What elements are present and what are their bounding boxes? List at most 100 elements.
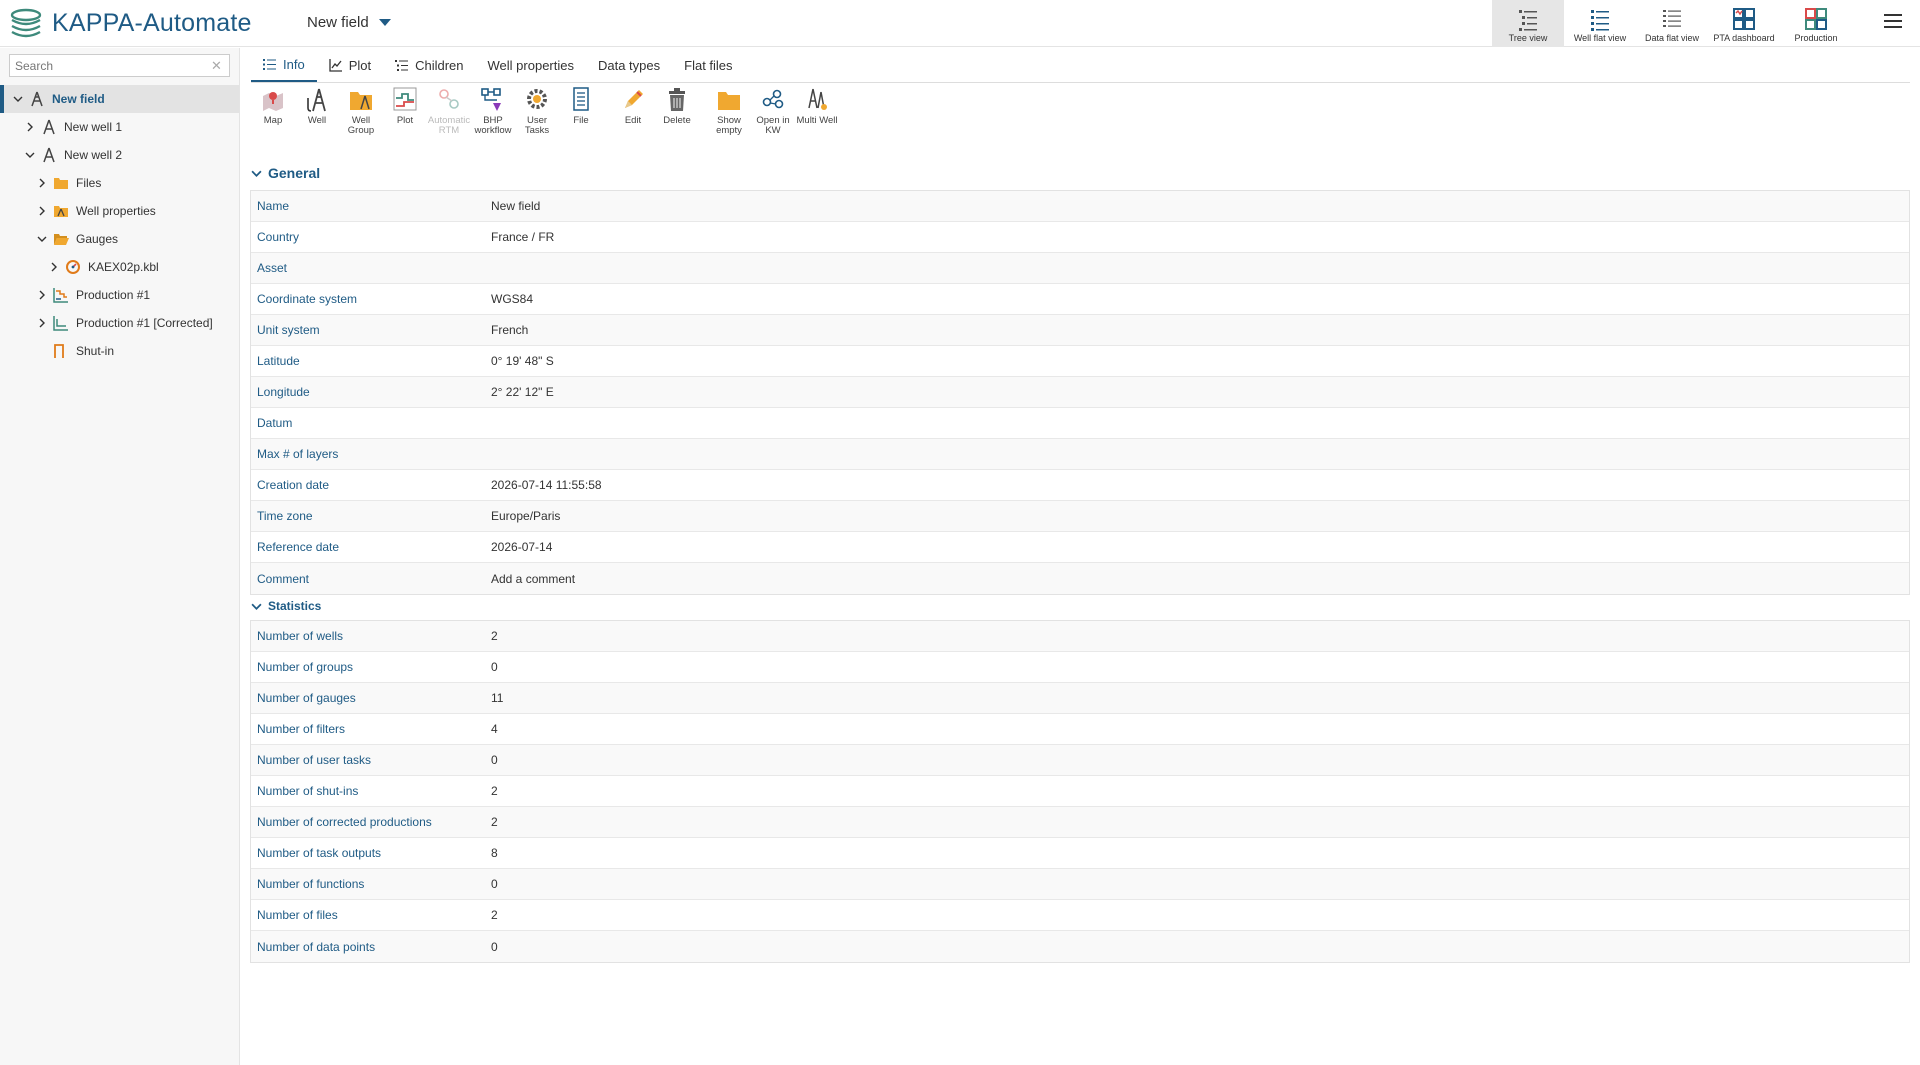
tab-label: Flat files [684,57,733,73]
well-flat-view-icon [1591,10,1609,31]
multi-well-button[interactable]: Multi Well [795,86,839,148]
chevron-right-icon[interactable] [36,177,48,189]
pta-dashboard-icon [1733,8,1755,30]
property-value[interactable]: France / FR [491,230,554,244]
property-value[interactable]: 0° 19' 48" S [491,354,554,368]
tool-label: BHP workflow [474,115,512,136]
well-button[interactable]: Well [295,86,339,148]
tree-item-label: Gauges [76,232,119,246]
property-key: Time zone [257,509,313,523]
tab-plot[interactable]: Plot [317,48,383,82]
tree-item-files[interactable]: Files [0,169,239,197]
tab-children[interactable]: Children [383,48,475,82]
action-toolbar: Map Well Well Group Plot Automatic RTM B… [251,86,839,148]
well-icon [40,146,58,164]
property-value[interactable]: 2026-07-14 [491,540,552,554]
user-tasks-icon [527,89,547,109]
tool-label: Multi Well [796,115,838,126]
user-tasks-button[interactable]: User Tasks [515,86,559,148]
property-row: Comment Add a comment [251,563,1909,594]
tab-well-properties[interactable]: Well properties [476,48,586,82]
tab-label: Well properties [487,57,574,73]
tree-item-kaex02p[interactable]: KAEX02p.kbl [0,253,239,281]
property-key: Max # of layers [257,447,339,461]
tab-info[interactable]: Info [251,48,317,82]
property-row: Creation date 2026-07-14 11:55:58 [251,470,1909,501]
automatic-rtm-button[interactable]: Automatic RTM [427,86,471,148]
chevron-right-icon[interactable] [24,121,36,133]
well-flat-view-button[interactable]: Well flat view [1564,0,1636,47]
tree-item-production-1-corrected[interactable]: Production #1 [Corrected] [0,309,239,337]
tree-item-label: Well properties [76,204,156,218]
field-selector[interactable]: New field [307,14,391,31]
statistic-value: 0 [491,939,498,954]
tool-label: Well Group [347,115,375,136]
property-value[interactable]: New field [491,199,540,213]
tree-item-new-well-2[interactable]: New well 2 [0,141,239,169]
property-value[interactable]: Europe/Paris [491,509,560,523]
file-button[interactable]: File [559,86,603,148]
tool-label: Well [307,115,327,126]
tree-item-new-field[interactable]: New field [0,85,239,113]
general-section-toggle[interactable]: General [251,165,320,181]
property-value[interactable]: WGS84 [491,292,533,306]
property-key: Coordinate system [257,292,358,306]
chevron-down-icon[interactable] [12,93,24,105]
property-row: Latitude 0° 19' 48" S [251,346,1909,377]
tree-item-label: New well 2 [64,148,123,162]
plot-button[interactable]: Plot [383,86,427,148]
data-flat-view-button[interactable]: Data flat view [1636,0,1708,47]
line-chart-icon [329,58,342,72]
clear-search-icon[interactable]: ✕ [211,58,222,74]
tree-item-gauges[interactable]: Gauges [0,225,239,253]
property-row: Max # of layers [251,439,1909,470]
property-key: Longitude [257,385,310,399]
property-key: Country [257,230,300,244]
tool-label: Automatic RTM [427,115,471,136]
tool-label: File [573,115,589,126]
tab-flat-files[interactable]: Flat files [672,48,744,82]
production-view-button[interactable]: Production [1780,0,1852,47]
statistic-row: Number of groups 0 [251,652,1909,683]
tree-item-well-properties[interactable]: Well properties [0,197,239,225]
tree-item-new-well-1[interactable]: New well 1 [0,113,239,141]
data-flat-view-icon [1663,10,1681,27]
chevron-down-icon[interactable] [24,149,36,161]
view-label: Tree view [1508,33,1548,43]
statistic-row: Number of wells 2 [251,621,1909,652]
statistic-key: Number of wells [257,629,344,643]
delete-button[interactable]: Delete [655,86,699,148]
corrected-production-icon [52,314,70,332]
statistic-row: Number of task outputs 8 [251,838,1909,869]
show-empty-button[interactable]: Show empty [707,86,751,148]
statistic-value: 2 [491,815,498,829]
map-button[interactable]: Map [251,86,295,148]
kappa-logo-icon [10,8,42,38]
statistic-row: Number of functions 0 [251,869,1909,900]
search-input[interactable] [10,58,205,73]
chevron-right-icon[interactable] [36,317,48,329]
property-value[interactable]: French [491,323,528,337]
pta-dashboard-button[interactable]: PTA dashboard [1708,0,1780,47]
chevron-right-icon[interactable] [36,205,48,217]
hamburger-menu-icon[interactable] [1884,14,1902,30]
chevron-right-icon[interactable] [36,289,48,301]
tree-item-production-1[interactable]: Production #1 [0,281,239,309]
well-properties-folder-icon [52,202,70,220]
add-comment-field[interactable]: Add a comment [491,572,575,586]
edit-button[interactable]: Edit [611,86,655,148]
statistics-section-toggle[interactable]: Statistics [251,599,321,613]
open-in-kw-button[interactable]: Open in KW [751,86,795,148]
tab-data-types[interactable]: Data types [586,48,672,82]
statistic-row: Number of files 2 [251,900,1909,931]
tree-item-label: Production #1 [76,288,151,302]
chevron-right-icon[interactable] [48,261,60,273]
tree-item-shut-in[interactable]: Shut-in [0,337,239,365]
view-label: Well flat view [1573,33,1627,43]
well-group-button[interactable]: Well Group [339,86,383,148]
statistic-value: 11 [491,691,504,705]
property-value[interactable]: 2° 22' 12" E [491,385,554,399]
tree-view-button[interactable]: Tree view [1492,0,1564,47]
bhp-workflow-button[interactable]: BHP workflow [471,86,515,148]
chevron-down-icon[interactable] [36,233,48,245]
